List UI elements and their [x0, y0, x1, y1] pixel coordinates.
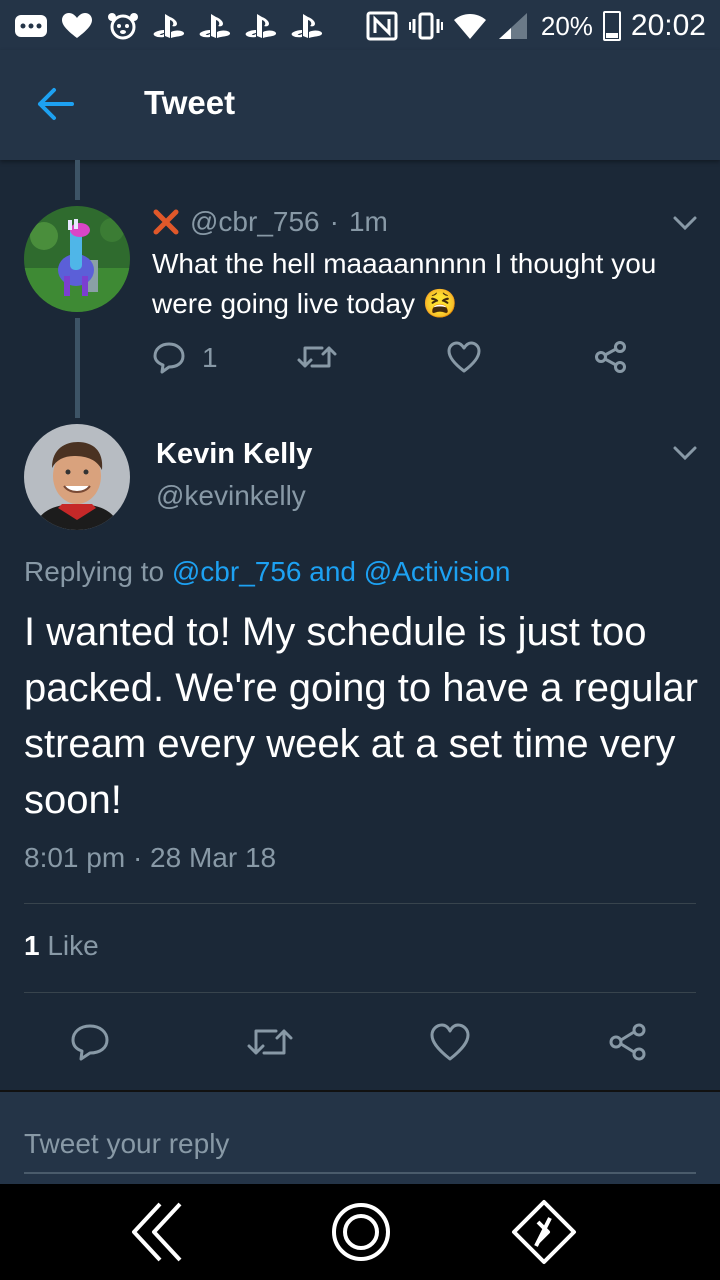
- divider: [24, 903, 696, 904]
- parent-text: What the hell maaaannnnn I thought you w…: [152, 248, 657, 319]
- status-bar-notifications: [14, 6, 324, 46]
- parent-tweet-header: @cbr_756 · 1m: [152, 206, 388, 238]
- replying-and[interactable]: and: [309, 556, 356, 587]
- replying-user-link[interactable]: @cbr_756: [172, 556, 302, 587]
- playstation-icon: [153, 14, 185, 38]
- playstation-icon: [291, 14, 323, 38]
- more-icon: [15, 15, 47, 37]
- retweet-icon[interactable]: [296, 340, 338, 374]
- author-handle[interactable]: @kevinkelly: [156, 480, 306, 512]
- reply-icon[interactable]: [152, 340, 186, 374]
- share-icon[interactable]: [594, 340, 628, 374]
- like-icon[interactable]: [429, 1022, 471, 1062]
- nav-back-icon[interactable]: [124, 1196, 196, 1268]
- likes-count: 1: [24, 930, 40, 961]
- tweet-text: I wanted to! My schedule is just too pac…: [24, 610, 698, 822]
- avatar[interactable]: [24, 206, 130, 312]
- heart-icon: [62, 13, 92, 38]
- like-icon[interactable]: [446, 340, 482, 374]
- parent-tweet-text: What the hell maaaannnnn I thought you w…: [152, 244, 702, 324]
- x-mark-icon: [153, 209, 179, 235]
- wifi-icon: [453, 14, 486, 39]
- clock: 20:02: [630, 9, 706, 42]
- likes-summary[interactable]: 1 Like: [24, 930, 99, 962]
- reply-input[interactable]: [24, 1118, 696, 1170]
- share-icon[interactable]: [608, 1022, 648, 1062]
- reply-count: 1: [202, 342, 218, 373]
- thread-line: [75, 318, 80, 418]
- replying-user-link[interactable]: @Activision: [364, 556, 511, 587]
- thread-line-top: [75, 160, 80, 200]
- playstation-icon: [199, 14, 231, 38]
- chevron-down-icon[interactable]: [670, 208, 700, 238]
- replying-prefix: Replying to: [24, 556, 165, 587]
- likes-label: Like: [47, 930, 99, 961]
- chevron-down-icon[interactable]: [670, 438, 700, 468]
- battery-percent: 20%: [540, 10, 593, 41]
- nav-recents-icon[interactable]: [508, 1196, 580, 1268]
- parent-time: 1m: [348, 206, 388, 237]
- battery-charging-icon: [602, 11, 621, 41]
- page-title: Tweet: [144, 84, 236, 121]
- retweet-icon[interactable]: [246, 1022, 294, 1062]
- playstation-icon: [245, 14, 277, 38]
- parent-handle[interactable]: @cbr_756: [190, 206, 320, 238]
- reply-icon[interactable]: [70, 1022, 110, 1062]
- nfc-icon: [366, 11, 398, 41]
- tweet-timestamp: 8:01 pm · 28 Mar 18: [24, 842, 277, 873]
- status-bar-system: 20% 20:02: [365, 6, 706, 46]
- author-name[interactable]: Kevin Kelly: [156, 438, 312, 471]
- app-header: [0, 50, 720, 160]
- nav-home-icon[interactable]: [325, 1196, 397, 1268]
- signal-icon: [498, 13, 527, 39]
- avatar[interactable]: [24, 424, 130, 530]
- back-arrow-icon[interactable]: [30, 82, 82, 126]
- replying-to: Replying to @cbr_756 and @Activision: [24, 556, 510, 588]
- vibrate-icon: [408, 12, 443, 40]
- divider: [24, 992, 696, 993]
- reply-underline: [24, 1172, 696, 1174]
- dog-icon: [108, 13, 138, 40]
- separator: ·: [329, 206, 339, 237]
- emoji: 😫: [422, 288, 458, 319]
